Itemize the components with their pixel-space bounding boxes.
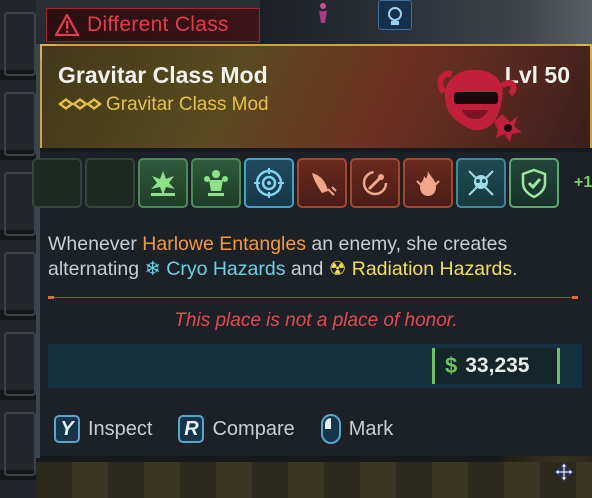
legendary-chevrons-icon [58, 97, 104, 110]
item-subtitle: Gravitar Class Mod [106, 94, 269, 115]
burst-icon [151, 171, 175, 196]
perk-slot-5[interactable] [244, 158, 294, 208]
action-bar: Y Inspect R Compare Mark [54, 414, 419, 444]
flame-icon [416, 171, 440, 196]
orbit-icon [362, 170, 388, 196]
wing-icon [312, 173, 337, 196]
perk-slot-3[interactable] [138, 158, 188, 208]
background-left-panel [0, 0, 36, 498]
move-cursor-icon [554, 462, 574, 482]
crosshair-icon [254, 168, 284, 198]
flavor-text: This place is not a place of honor. [174, 310, 458, 331]
mark-label: Mark [348, 417, 394, 440]
more-perks-count[interactable]: +1 [574, 174, 592, 192]
empty-slot-1 [32, 158, 82, 208]
perk-slot-8[interactable] [403, 158, 453, 208]
background-bottom-panel [36, 462, 592, 498]
perk-slot-9[interactable] [456, 158, 506, 208]
y-key-icon: Y [54, 415, 80, 443]
mouse-icon [320, 414, 341, 444]
harlowe-portrait-icon [432, 64, 524, 144]
cryo-hazards-keyword: Cryo Hazards [166, 258, 286, 280]
perk-slot-6[interactable] [297, 158, 347, 208]
character-figure-icon [316, 2, 330, 24]
inspect-action[interactable]: Y Inspect [54, 415, 152, 443]
empty-slot-2 [85, 158, 135, 208]
price-amount: 33,235 [465, 354, 530, 377]
radiation-icon: ☢ [328, 258, 347, 280]
inspect-label: Inspect [88, 417, 153, 440]
harlowe-entangles-keyword: Harlowe Entangles [142, 233, 306, 255]
radiation-hazards-keyword: Radiation Hazards [351, 258, 513, 280]
flavor-separator [48, 296, 578, 299]
snowflake-icon: ❄ [144, 258, 161, 280]
skull-crossed-icon [468, 170, 494, 196]
perk-slot-4[interactable] [191, 158, 241, 208]
compare-action[interactable]: R Compare [178, 415, 295, 443]
warning-label: Different Class [87, 13, 229, 36]
item-title: Gravitar Class Mod [58, 62, 268, 88]
price-bar: $ 33,235 [48, 344, 582, 388]
figure-skill-icon [204, 170, 228, 196]
warning-triangle-icon [54, 13, 80, 37]
item-description: Whenever Harlowe Entangles an enemy, she… [48, 233, 518, 280]
item-card: Gravitar Class Mod Lvl 50 Gravitar Class… [32, 44, 592, 456]
item-header: Gravitar Class Mod Lvl 50 Gravitar Class… [40, 44, 592, 148]
dollar-icon: $ [445, 353, 458, 378]
mark-action[interactable]: Mark [320, 414, 394, 444]
perk-slot-10[interactable] [509, 158, 559, 208]
different-class-warning: Different Class [46, 8, 260, 42]
background-top-panel [260, 0, 592, 44]
price-tag: $ 33,235 [432, 348, 560, 384]
perk-slot-7[interactable] [350, 158, 400, 208]
shield-icon [521, 168, 547, 199]
r-key-icon: R [178, 415, 205, 443]
compare-label: Compare [212, 417, 295, 440]
perk-slots: +1 [32, 158, 592, 212]
vault-icon[interactable] [378, 0, 412, 30]
header-divider [40, 148, 592, 152]
